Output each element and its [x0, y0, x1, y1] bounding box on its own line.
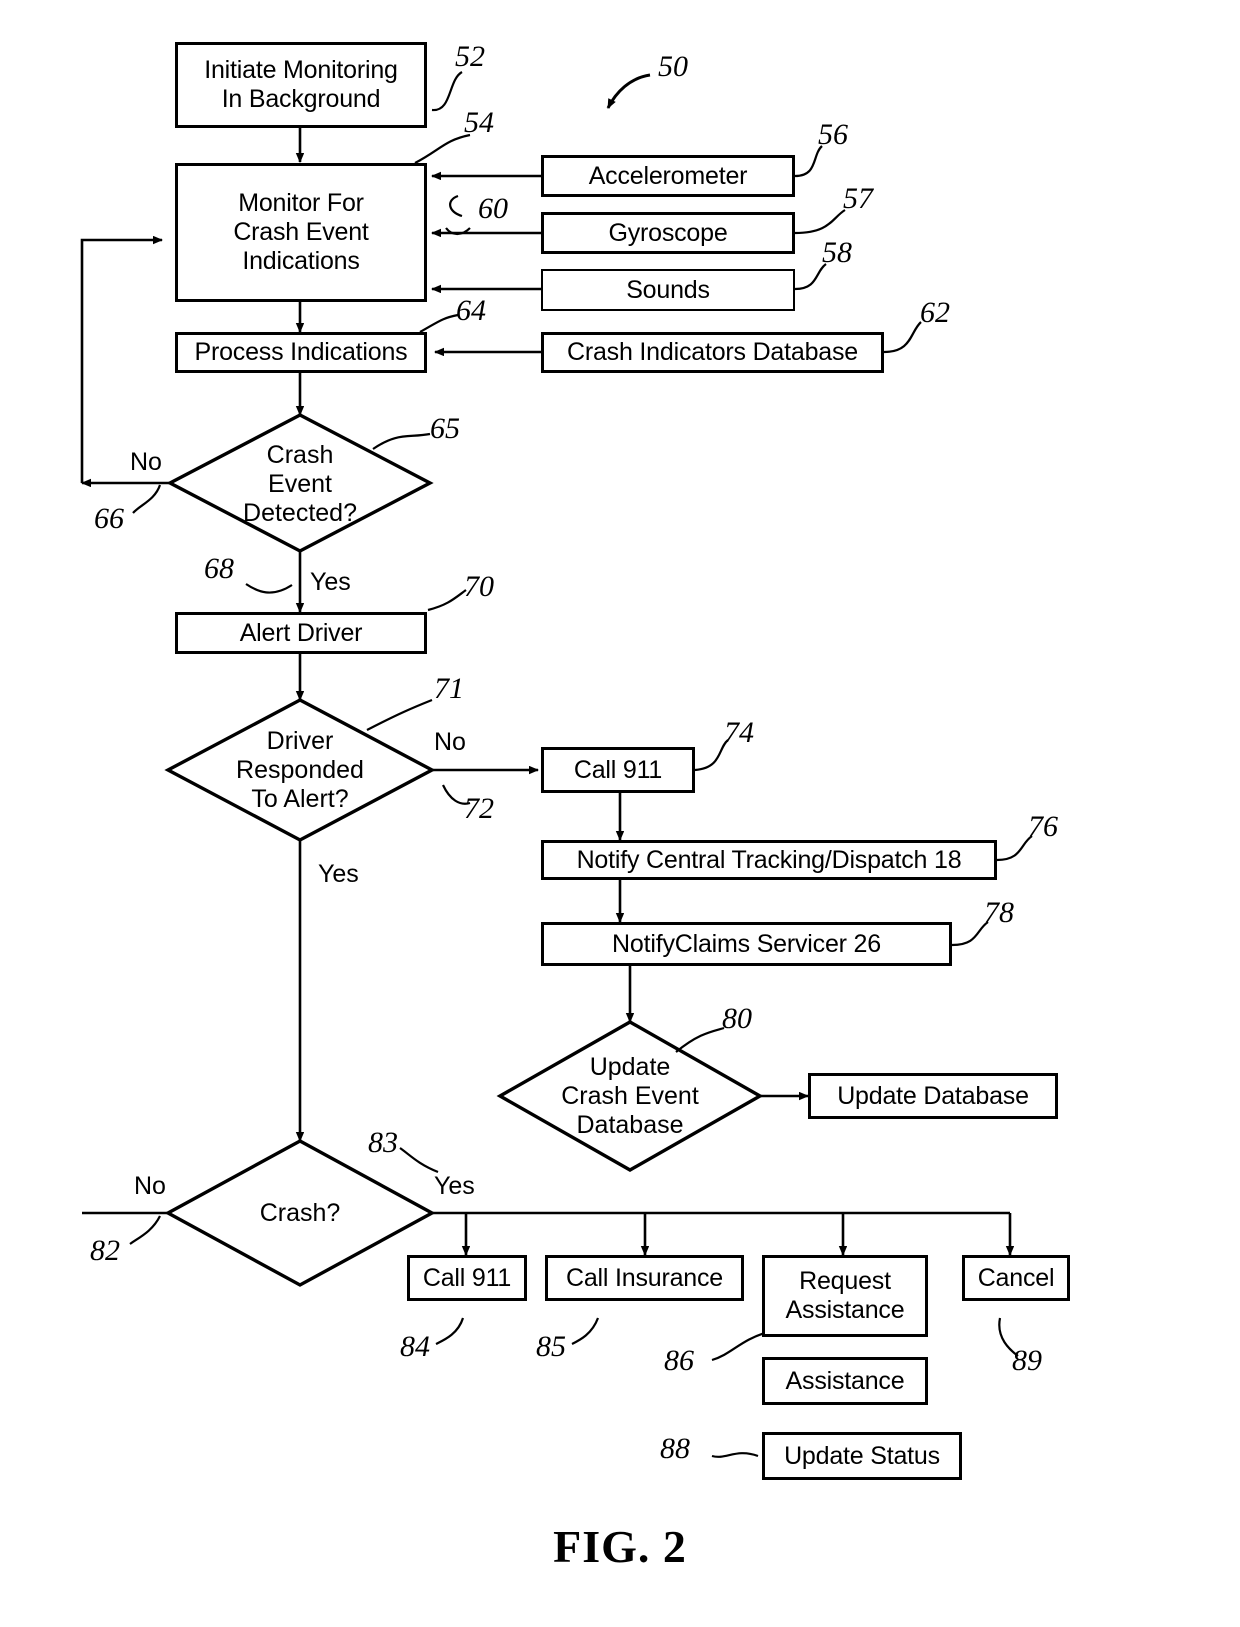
ref-85: 85: [536, 1330, 566, 1363]
overall-ref-arrow: [606, 73, 651, 109]
node-sounds: Sounds: [541, 269, 795, 311]
node-notify-central-tracking-label: Notify Central Tracking/Dispatch 18: [576, 845, 962, 874]
node-accelerometer-label: Accelerometer: [588, 161, 748, 190]
node-crash-indicators-database: Crash Indicators Database: [541, 332, 884, 373]
patent-figure: Initiate Monitoring In Background Monito…: [0, 0, 1240, 1627]
ref-83: 83: [368, 1126, 398, 1159]
node-process-indications: Process Indications: [175, 332, 427, 373]
node-cancel: Cancel: [962, 1255, 1070, 1301]
edge-label-crash-no: No: [134, 1172, 166, 1200]
node-driver-responded-label: Driver Responded To Alert?: [236, 726, 364, 813]
node-notify-central-tracking: Notify Central Tracking/Dispatch 18: [541, 840, 997, 880]
node-assistance-label: Assistance: [785, 1366, 905, 1395]
node-assistance: Assistance: [762, 1357, 928, 1405]
ref-65: 65: [430, 412, 460, 445]
ref-64: 64: [456, 294, 486, 327]
node-call-911-auto-label: Call 911: [573, 755, 663, 784]
ref-74: 74: [724, 716, 754, 749]
node-update-status: Update Status: [762, 1432, 962, 1480]
node-gyroscope: Gyroscope: [541, 212, 795, 254]
ref-52: 52: [455, 40, 485, 73]
node-call-911-manual-label: Call 911: [422, 1263, 512, 1292]
node-crash-event-detected-label: Crash Event Detected?: [243, 440, 357, 527]
ref-82: 82: [90, 1234, 120, 1267]
ref-56: 56: [818, 118, 848, 151]
edge-label-detect-no: No: [130, 448, 162, 476]
node-notify-claims-servicer-label: NotifyClaims Servicer 26: [612, 929, 881, 958]
ref-68: 68: [204, 552, 234, 585]
ref-66: 66: [94, 502, 124, 535]
ref-70: 70: [464, 570, 494, 603]
ref-58: 58: [822, 236, 852, 269]
ref-86: 86: [664, 1344, 694, 1377]
node-update-database: Update Database: [808, 1073, 1058, 1119]
node-alert-driver: Alert Driver: [175, 612, 427, 654]
ref-89: 89: [1012, 1344, 1042, 1377]
ref-60: 60: [478, 192, 508, 225]
node-crash-question-label: Crash?: [259, 1198, 341, 1227]
edge-label-crash-yes: Yes: [434, 1172, 475, 1200]
edge-label-detect-yes: Yes: [310, 568, 351, 596]
node-call-911-manual: Call 911: [407, 1255, 527, 1301]
figure-caption: FIG. 2: [553, 1521, 687, 1572]
node-update-status-label: Update Status: [784, 1441, 940, 1470]
ref-50: 50: [658, 50, 688, 83]
ref-84: 84: [400, 1330, 430, 1363]
edge-label-responded-no: No: [434, 728, 466, 756]
node-update-database-label: Update Database: [837, 1081, 1029, 1110]
node-call-911-auto: Call 911: [541, 747, 695, 793]
node-accelerometer: Accelerometer: [541, 155, 795, 197]
ref-80: 80: [722, 1002, 752, 1035]
node-initiate-monitoring-label: Initiate Monitoring In Background: [204, 56, 398, 113]
edge-loop-to-monitor: [80, 235, 163, 483]
ref-57: 57: [843, 182, 873, 215]
ref-76: 76: [1028, 810, 1058, 843]
edge-label-responded-yes: Yes: [318, 860, 359, 888]
node-request-assistance: Request Assistance: [762, 1255, 928, 1337]
ref-88: 88: [660, 1432, 690, 1465]
ref-54: 54: [464, 106, 494, 139]
node-process-indications-label: Process Indications: [194, 338, 408, 366]
node-initiate-monitoring: Initiate Monitoring In Background: [175, 42, 427, 128]
node-alert-driver-label: Alert Driver: [239, 618, 363, 647]
node-update-crash-event-database-label: Update Crash Event Database: [561, 1052, 699, 1139]
node-monitor-crash-event: Monitor For Crash Event Indications: [175, 163, 427, 302]
node-monitor-crash-event-label: Monitor For Crash Event Indications: [233, 189, 369, 275]
node-cancel-label: Cancel: [977, 1263, 1055, 1292]
node-request-assistance-label: Request Assistance: [785, 1267, 905, 1324]
node-notify-claims-servicer: NotifyClaims Servicer 26: [541, 922, 952, 966]
ref-72: 72: [464, 792, 494, 825]
ref-71: 71: [434, 672, 464, 705]
node-call-insurance: Call Insurance: [545, 1255, 744, 1301]
ref-78: 78: [984, 896, 1014, 929]
node-crash-indicators-database-label: Crash Indicators Database: [567, 338, 858, 366]
node-gyroscope-label: Gyroscope: [608, 218, 728, 247]
node-sounds-label: Sounds: [626, 275, 710, 304]
node-call-insurance-label: Call Insurance: [565, 1263, 723, 1292]
ref-62: 62: [920, 296, 950, 329]
